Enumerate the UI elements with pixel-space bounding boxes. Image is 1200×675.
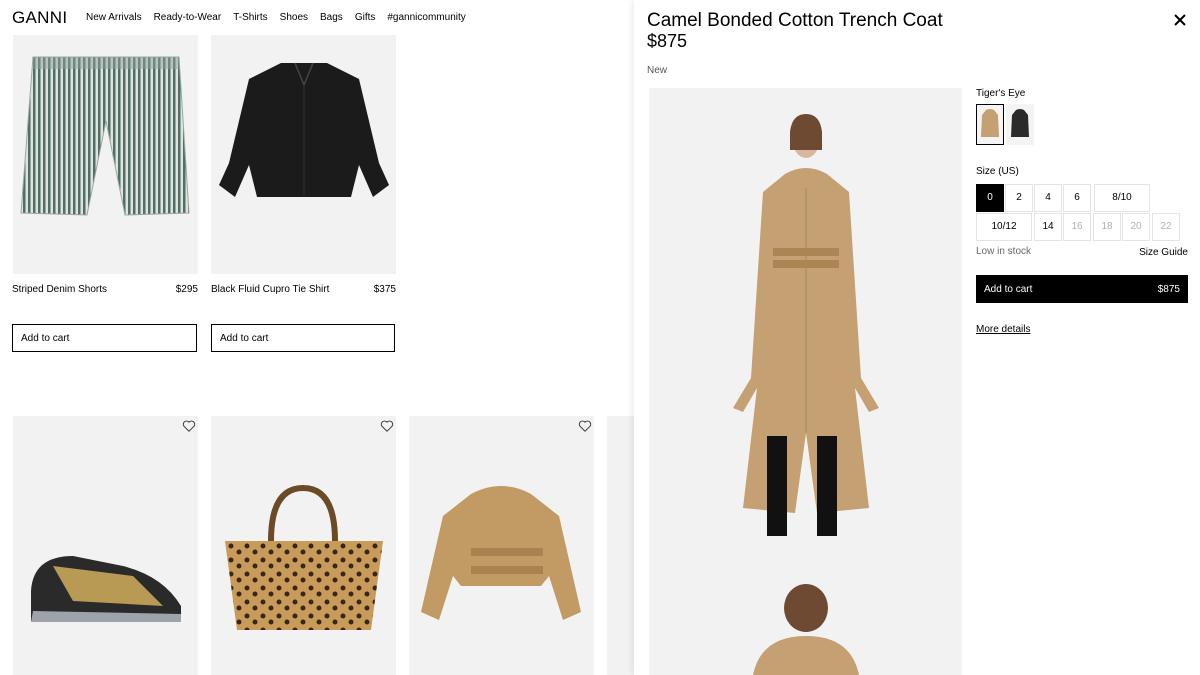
color-swatch-black[interactable] bbox=[1006, 104, 1034, 145]
product-image-partial[interactable] bbox=[607, 416, 634, 675]
product-price: $375 bbox=[373, 284, 396, 295]
nav-bags[interactable]: Bags bbox=[320, 12, 343, 23]
close-icon[interactable] bbox=[1172, 12, 1188, 28]
product-image-black-shirt[interactable] bbox=[211, 35, 396, 274]
size-option[interactable]: 14 bbox=[1034, 213, 1062, 241]
add-to-cart-button[interactable]: Add to cart bbox=[211, 324, 395, 352]
product-price: $295 bbox=[175, 284, 198, 295]
size-option[interactable]: 2 bbox=[1005, 184, 1033, 212]
wishlist-heart-icon[interactable] bbox=[578, 419, 592, 433]
new-badge: New bbox=[647, 65, 668, 76]
color-name: Tiger's Eye bbox=[976, 88, 1026, 99]
size-option[interactable]: 4 bbox=[1034, 184, 1062, 212]
size-option[interactable]: 10/12 bbox=[976, 213, 1032, 241]
add-to-cart-button[interactable]: Add to cart bbox=[12, 324, 197, 352]
add-to-cart-price: $875 bbox=[1157, 284, 1180, 295]
size-option[interactable]: 22 bbox=[1152, 213, 1180, 241]
nav-shoes[interactable]: Shoes bbox=[280, 12, 308, 23]
product-name[interactable]: Black Fluid Cupro Tie Shirt bbox=[211, 284, 329, 295]
product-title: Camel Bonded Cotton Trench Coat bbox=[647, 10, 943, 31]
size-option[interactable]: 16 bbox=[1063, 213, 1091, 241]
ganni-logo[interactable]: GANNI bbox=[12, 8, 67, 28]
nav-new-arrivals[interactable]: New Arrivals bbox=[86, 12, 142, 23]
size-guide-link[interactable]: Size Guide bbox=[1124, 247, 1188, 258]
nav-gannicommunity[interactable]: #gannicommunity bbox=[387, 12, 465, 23]
nav-t-shirts[interactable]: T-Shirts bbox=[233, 12, 267, 23]
product-image-sneaker[interactable] bbox=[13, 416, 198, 675]
cropped-trench-image bbox=[421, 486, 581, 620]
size-option[interactable]: 8/10 bbox=[1094, 184, 1150, 212]
product-image-cropped-trench[interactable] bbox=[409, 416, 594, 675]
size-option[interactable]: 18 bbox=[1093, 213, 1121, 241]
size-label: Size (US) bbox=[976, 166, 1019, 177]
add-to-cart-button[interactable]: Add to cart $875 bbox=[976, 275, 1188, 303]
wishlist-heart-icon[interactable] bbox=[182, 419, 196, 433]
striped-shorts-image bbox=[20, 56, 190, 216]
wishlist-heart-icon[interactable] bbox=[380, 419, 394, 433]
trench-coat-model-image bbox=[733, 114, 879, 675]
more-details-link[interactable]: More details bbox=[976, 324, 1030, 335]
stock-status: Low in stock bbox=[976, 246, 1032, 257]
size-option[interactable]: 0 bbox=[976, 184, 1004, 212]
size-option[interactable]: 20 bbox=[1122, 213, 1150, 241]
nav-gifts[interactable]: Gifts bbox=[355, 12, 376, 23]
main-nav: New Arrivals Ready-to-Wear T-Shirts Shoe… bbox=[86, 12, 466, 23]
quick-view-drawer: Camel Bonded Cotton Trench Coat $875 New… bbox=[634, 0, 1200, 675]
add-to-cart-label: Add to cart bbox=[984, 284, 1033, 295]
size-option[interactable]: 6 bbox=[1063, 184, 1091, 212]
product-price: $875 bbox=[647, 31, 688, 51]
nav-ready-to-wear[interactable]: Ready-to-Wear bbox=[154, 12, 222, 23]
color-swatch-camel[interactable] bbox=[976, 104, 1004, 145]
product-gallery[interactable] bbox=[649, 88, 962, 675]
black-shirt-image bbox=[219, 62, 389, 197]
leopard-tote-image bbox=[225, 484, 383, 630]
product-name[interactable]: Striped Denim Shorts bbox=[12, 284, 107, 295]
product-image-leopard-tote[interactable] bbox=[211, 416, 396, 675]
product-image-striped-shorts[interactable] bbox=[13, 35, 198, 274]
sneaker-image bbox=[31, 556, 181, 622]
